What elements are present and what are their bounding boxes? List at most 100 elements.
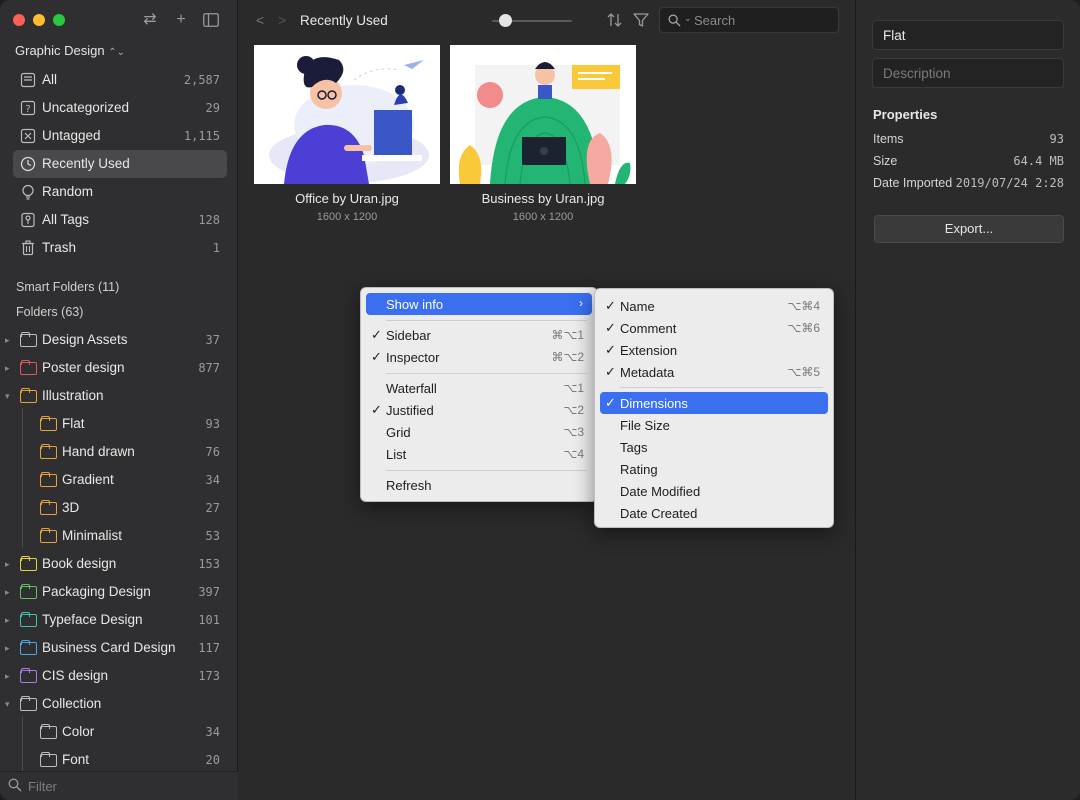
menu-item-list[interactable]: List ⌥4 [366,443,592,465]
folder-count: 101 [198,613,220,627]
library-switcher[interactable]: Graphic Design ⌃⌄ [15,43,125,58]
property-value: 2019/07/24 2:28 [955,176,1064,190]
menu-item-shortcut: ⌥4 [563,447,584,461]
show-info-submenu: ✓ Name ⌥⌘4 ✓ Comment ⌥⌘6 ✓ Extension ✓ M… [594,288,834,528]
submenu-item-metadata[interactable]: ✓ Metadata ⌥⌘5 [600,361,828,383]
disclosure-right-icon[interactable]: ▸ [5,671,10,682]
sidebar-item-uncategorized[interactable]: ? Uncategorized 29 [0,94,238,122]
folder-color[interactable]: Color 34 [0,718,238,746]
submenu-item-date-modified[interactable]: Date Modified [600,480,828,502]
folder-label: Typeface Design [42,612,143,627]
minimize-window-button[interactable] [33,14,45,26]
folder-business-card-design[interactable]: ▸ Business Card Design 117 [0,634,238,662]
menu-item-label: Name [620,299,655,314]
folders-header[interactable]: Folders (63) [16,305,83,319]
disclosure-right-icon[interactable]: ▸ [5,615,10,626]
filter-input[interactable] [28,777,228,795]
submenu-item-name[interactable]: ✓ Name ⌥⌘4 [600,295,828,317]
add-icon[interactable]: + [170,9,192,31]
folder-count: 153 [198,557,220,571]
tag-icon [21,212,35,228]
submenu-item-file-size[interactable]: File Size [600,414,828,436]
item-thumbnail[interactable] [254,45,440,184]
menu-item-waterfall[interactable]: Waterfall ⌥1 [366,377,592,399]
sort-icon[interactable] [606,11,624,29]
description-field[interactable] [872,58,1064,88]
folder-icon [20,640,37,655]
folder-label: Business Card Design [42,640,176,655]
disclosure-right-icon[interactable]: ▸ [5,587,10,598]
submenu-item-extension[interactable]: ✓ Extension [600,339,828,361]
sidebar-item-random[interactable]: Random [0,178,238,206]
folder-hand-drawn[interactable]: Hand drawn 76 [0,438,238,466]
close-window-button[interactable] [13,14,25,26]
disclosure-right-icon[interactable]: ▸ [5,643,10,654]
zoom-window-button[interactable] [53,14,65,26]
folder-cis-design[interactable]: ▸ CIS design 173 [0,662,238,690]
folder-font[interactable]: Font 20 [0,746,238,774]
search-input[interactable] [694,11,834,29]
disclosure-right-icon[interactable]: ▸ [5,335,10,346]
menu-item-sidebar[interactable]: ✓ Sidebar ⌘⌥1 [366,324,592,346]
checkmark-icon: ✓ [605,342,616,357]
folder-count: 27 [205,501,220,515]
folder-book-design[interactable]: ▸ Book design 153 [0,550,238,578]
disclosure-down-icon[interactable]: ▾ [5,391,10,402]
disclosure-right-icon[interactable]: ▸ [5,363,10,374]
folder-gradient[interactable]: Gradient 34 [0,466,238,494]
smart-folders-header[interactable]: Smart Folders (11) [16,280,119,294]
toggle-sidebar-icon[interactable] [200,9,222,31]
folder-icon [20,332,37,347]
folder-label: Book design [42,556,117,571]
folder-collection[interactable]: ▾ Collection [0,690,238,718]
item-dimensions: 1600 x 1200 [316,211,378,223]
sidebar-item-untagged[interactable]: Untagged 1,115 [0,122,238,150]
folder-design-assets[interactable]: ▸ Design Assets 37 [0,326,238,354]
sidebar-item-all[interactable]: All 2,587 [0,66,238,94]
name-field[interactable] [872,20,1064,50]
folder-flat[interactable]: Flat 93 [0,410,238,438]
forward-arrow-icon[interactable]: > [278,12,286,28]
back-arrow-icon[interactable]: < [256,12,264,28]
folder-illustration[interactable]: ▾ Illustration [0,382,238,410]
disclosure-right-icon[interactable]: ▸ [5,559,10,570]
sidebar-item-recently-used[interactable]: Recently Used [0,150,238,178]
submenu-item-tags[interactable]: Tags [600,436,828,458]
checkmark-icon: ✓ [371,402,382,417]
menu-item-refresh[interactable]: Refresh [366,474,592,496]
folder-packaging-design[interactable]: ▸ Packaging Design 397 [0,578,238,606]
chevron-down-icon[interactable]: ⌄ [684,13,692,24]
sidebar-item-trash[interactable]: Trash 1 [0,234,238,262]
folder-minimalist[interactable]: Minimalist 53 [0,522,238,550]
menu-item-shortcut: ⌥⌘6 [787,321,820,335]
filter-funnel-icon[interactable] [632,11,650,29]
menu-item-label: Sidebar [386,328,431,343]
menu-item-inspector[interactable]: ✓ Inspector ⌘⌥2 [366,346,592,368]
property-label: Date Imported [873,176,953,190]
disclosure-down-icon[interactable]: ▾ [5,699,10,710]
submenu-item-date-created[interactable]: Date Created [600,502,828,524]
submenu-item-rating[interactable]: Rating [600,458,828,480]
zoom-slider-knob[interactable] [498,14,512,27]
menu-item-label: Date Modified [620,484,701,499]
business-illustration [450,45,636,184]
folder-3d[interactable]: 3D 27 [0,494,238,522]
submenu-item-dimensions[interactable]: ✓ Dimensions [600,392,828,414]
filter-bar [0,771,238,800]
folder-count: 76 [205,445,220,459]
export-button[interactable]: Export... [874,215,1064,243]
menu-item-justified[interactable]: ✓ Justified ⌥2 [366,399,592,421]
menu-item-label: File Size [620,418,670,433]
sync-icon[interactable]: ⇄ [139,9,161,31]
search-box[interactable]: ⌄ [659,7,839,33]
inspector-panel: Properties Items 93 Size 64.4 MB Date Im… [855,0,1080,800]
menu-item-show-info[interactable]: Show info › [366,293,592,315]
folder-count: 117 [198,641,220,655]
folder-typeface-design[interactable]: ▸ Typeface Design 101 [0,606,238,634]
item-thumbnail[interactable] [450,45,636,184]
menu-item-grid[interactable]: Grid ⌥3 [366,421,592,443]
folder-label: Poster design [42,360,125,375]
submenu-item-comment[interactable]: ✓ Comment ⌥⌘6 [600,317,828,339]
folder-poster-design[interactable]: ▸ Poster design 877 [0,354,238,382]
sidebar-item-all-tags[interactable]: All Tags 128 [0,206,238,234]
